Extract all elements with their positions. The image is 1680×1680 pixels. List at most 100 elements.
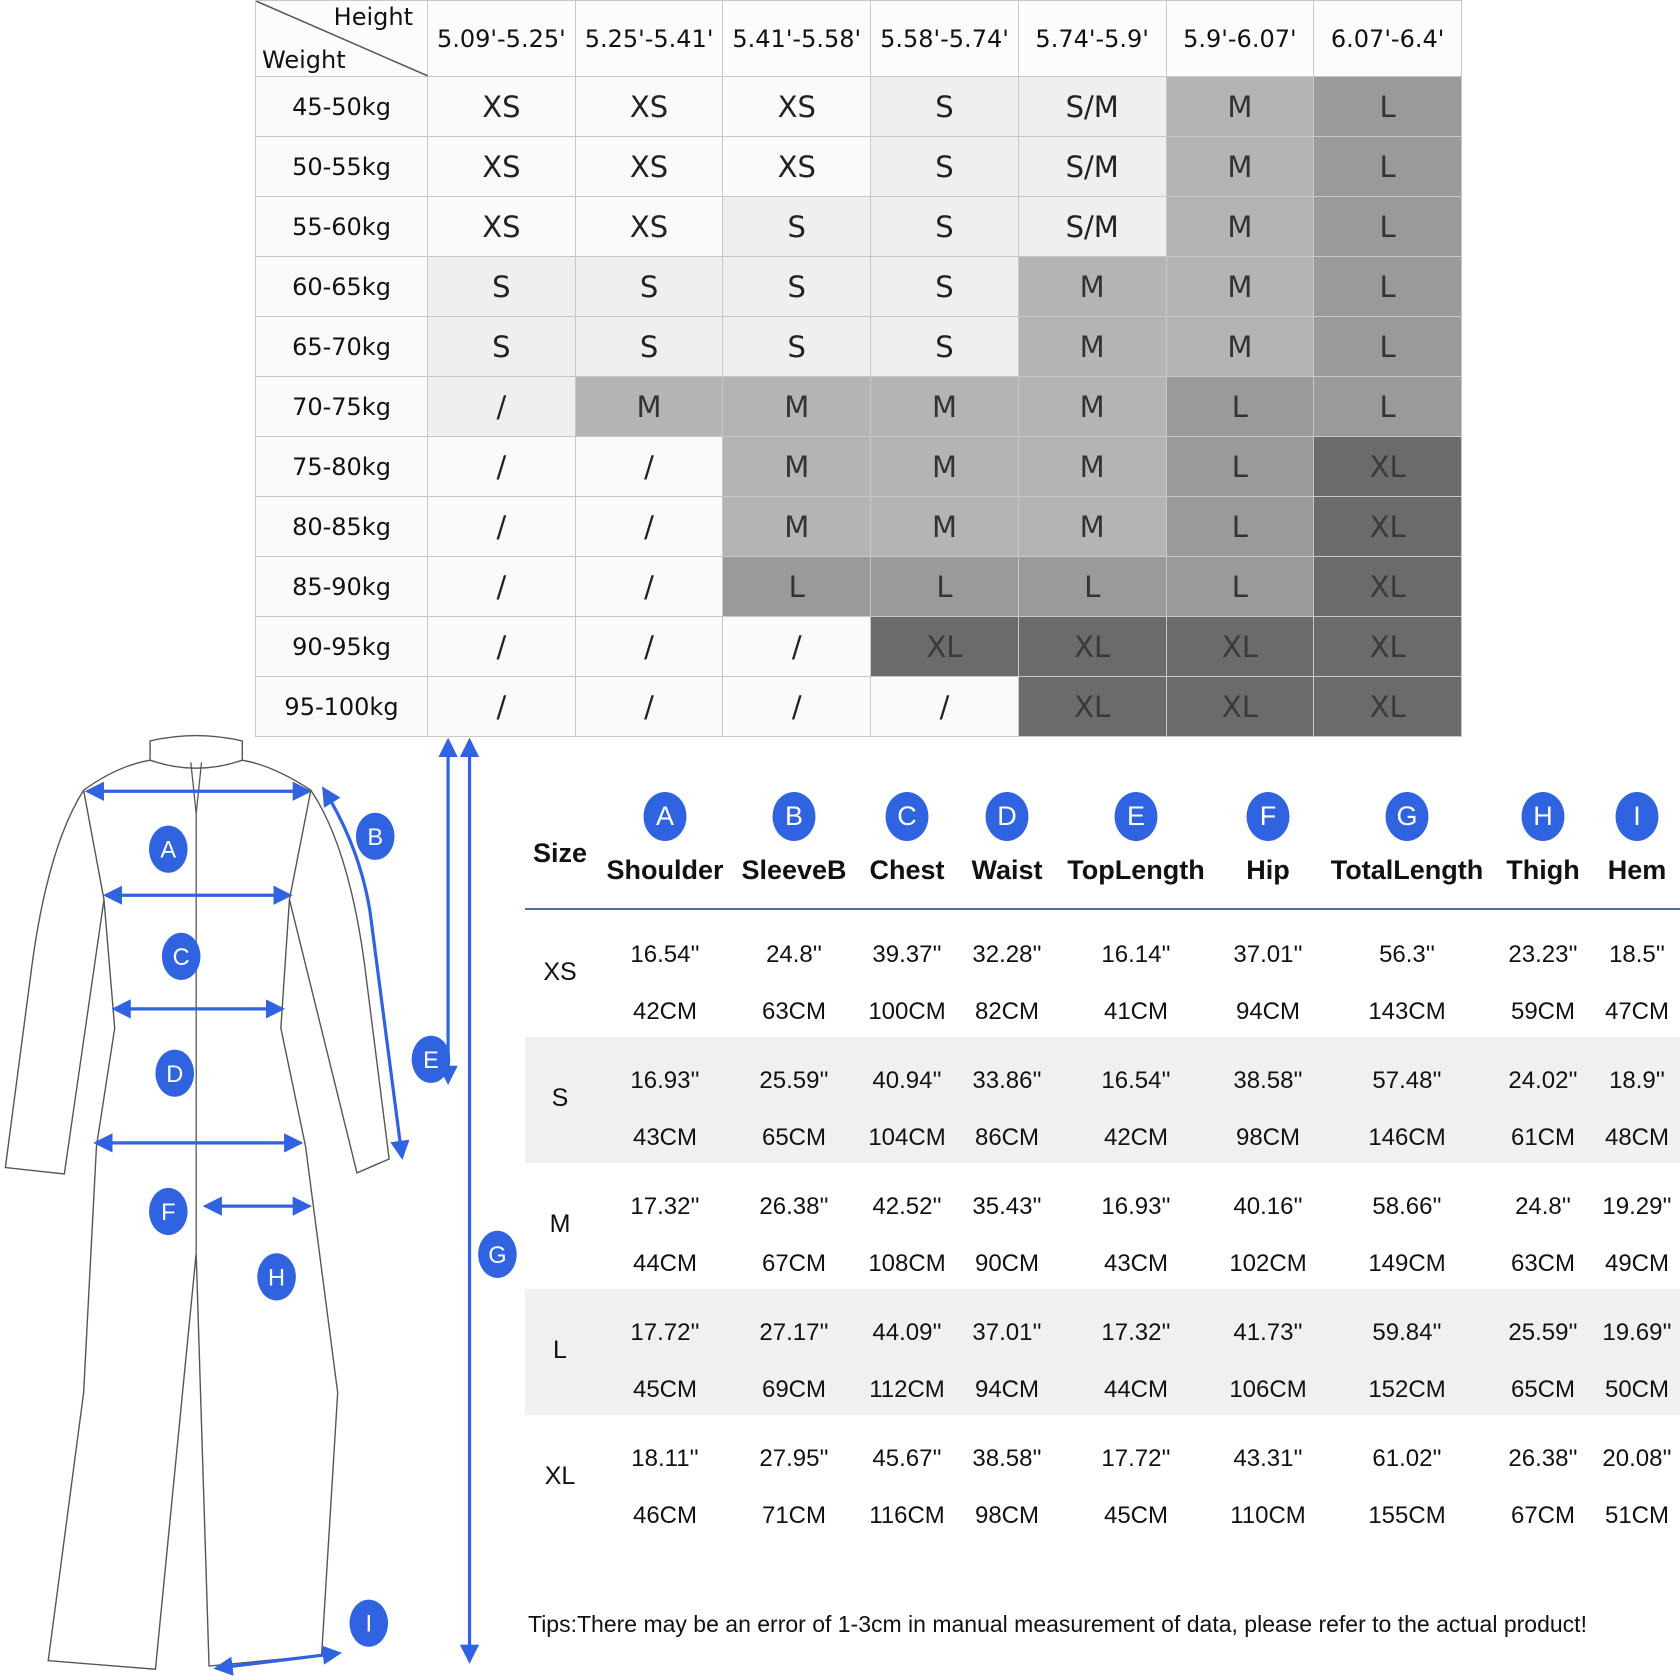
size-cell: S: [574, 256, 724, 317]
cm-value: 43CM: [632, 1124, 698, 1151]
height-label: Height: [333, 3, 413, 31]
inch-value: 19.69'': [1602, 1319, 1672, 1346]
size-row-band: [525, 1289, 1680, 1415]
cm-value: 94CM: [974, 1376, 1040, 1403]
size-cell: M: [1165, 316, 1315, 377]
cm-value: 42CM: [632, 998, 698, 1025]
cm-value: 41CM: [1103, 998, 1169, 1025]
inch-value: 33.86'': [972, 1067, 1042, 1094]
cm-value: 48CM: [1604, 1124, 1670, 1151]
size-cell: XL: [1165, 616, 1315, 677]
inch-value: 59.84'': [1372, 1319, 1442, 1346]
height-range-header: 5.25'-5.41': [574, 0, 724, 77]
size-cell: XS: [427, 136, 576, 197]
inch-value: 18.9'': [1609, 1067, 1665, 1094]
inch-value: 16.54'': [630, 941, 700, 968]
inch-value: 58.66'': [1372, 1193, 1442, 1220]
column-header: TotalLength: [1330, 855, 1484, 885]
size-cell: /: [427, 556, 576, 617]
column-header: Hem: [1607, 855, 1667, 885]
cm-value: 46CM: [632, 1502, 698, 1529]
size-cell: XL: [1313, 436, 1462, 497]
cm-value: 100CM: [868, 998, 946, 1025]
inch-value: 44.09'': [872, 1319, 942, 1346]
size-cell: S: [870, 196, 1019, 257]
height-range-header: 5.74'-5.9': [1017, 0, 1167, 77]
diagram-badge-a: A: [149, 825, 188, 873]
size-cell: M: [870, 496, 1019, 557]
inch-value: 18.5'': [1609, 941, 1665, 968]
size-cell: L: [1313, 76, 1462, 137]
size-cell: XS: [722, 76, 872, 137]
size-header: Size: [532, 838, 588, 868]
header-divider: [525, 908, 1680, 910]
measure-badge-i: I: [1615, 792, 1659, 841]
height-range-header: 5.09'-5.25': [427, 0, 576, 77]
measure-badge-a: A: [643, 792, 687, 841]
size-cell: XL: [1313, 616, 1462, 677]
size-cell: M: [1165, 196, 1315, 257]
inch-value: 61.02'': [1372, 1445, 1442, 1472]
weight-row: 75-80kg / / M M M L XL: [255, 436, 1462, 497]
badge-letter: B: [367, 824, 383, 850]
inch-value: 40.94'': [872, 1067, 942, 1094]
inch-value: 27.95'': [759, 1445, 829, 1472]
size-cell: XL: [1313, 676, 1462, 737]
height-weight-size-grid: Height Weight 5.09'-5.25' 5.25'-5.41' 5.41'-…: [255, 0, 1462, 737]
size-row-band: [525, 1037, 1680, 1163]
inch-value: 20.08'': [1602, 1445, 1672, 1472]
cm-value: 65CM: [1510, 1376, 1576, 1403]
inch-value: 26.38'': [1508, 1445, 1578, 1472]
cm-value: 82CM: [974, 998, 1040, 1025]
cm-value: 50CM: [1604, 1376, 1670, 1403]
size-cell: S/M: [1017, 136, 1167, 197]
inch-value: 25.59'': [1508, 1319, 1578, 1346]
size-cell: /: [722, 676, 872, 737]
weight-range: 85-90kg: [255, 556, 428, 617]
inch-value: 39.37'': [872, 941, 942, 968]
weight-range: 90-95kg: [255, 616, 428, 677]
cm-value: 63CM: [1510, 1250, 1576, 1277]
size-row-band: [525, 911, 1680, 1037]
size-cell: XS: [574, 76, 724, 137]
inch-value: 45.67'': [872, 1445, 942, 1472]
size-cell: L: [1165, 436, 1315, 497]
weight-range: 80-85kg: [255, 496, 428, 557]
inch-value: 41.73'': [1233, 1319, 1303, 1346]
inch-value: 32.28'': [972, 941, 1042, 968]
size-cell: M: [1017, 436, 1167, 497]
height-range-header: 5.9'-6.07': [1165, 0, 1315, 77]
cm-value: 44CM: [632, 1250, 698, 1277]
weight-row: 60-65kg S S S S M M L: [255, 256, 1462, 317]
column-header: Waist: [971, 855, 1043, 885]
inch-value: 43.31'': [1233, 1445, 1303, 1472]
size-cell: XS: [574, 136, 724, 197]
cm-value: 86CM: [974, 1124, 1040, 1151]
weight-range: 55-60kg: [255, 196, 428, 257]
weight-row: 70-75kg / M M M M L L: [255, 376, 1462, 437]
size-cell: XL: [1017, 616, 1167, 677]
cm-value: 106CM: [1229, 1376, 1307, 1403]
weight-range: 45-50kg: [255, 76, 428, 137]
size-cell: L: [1313, 136, 1462, 197]
inch-value: 16.14'': [1101, 941, 1171, 968]
size-cell: S: [870, 316, 1019, 377]
size-cell: M: [1165, 76, 1315, 137]
size-label: XL: [544, 1462, 576, 1490]
weight-row: 45-50kg XS XS XS S S/M M L: [255, 76, 1462, 137]
size-chart-image: Height Weight 5.09'-5.25' 5.25'-5.41' 5.41'-…: [0, 0, 1680, 1680]
inch-value: 24.02'': [1508, 1067, 1578, 1094]
size-cell: S: [722, 256, 872, 317]
cm-value: 155CM: [1368, 1502, 1446, 1529]
weight-label: Weight: [262, 46, 346, 74]
size-cell: S: [870, 136, 1019, 197]
inch-value: 40.16'': [1233, 1193, 1303, 1220]
cm-value: 102CM: [1229, 1250, 1307, 1277]
badge-letter: C: [173, 944, 190, 970]
jumpsuit-measurement-diagram: A B C D E F G H I: [4, 734, 517, 1676]
measurement-table: Size A Shoulder B SleeveB C Chest D Waist E TopLen…: [525, 750, 1680, 1610]
weight-row: 90-95kg / / / XL XL XL XL: [255, 616, 1462, 677]
cm-value: 65CM: [761, 1124, 827, 1151]
column-header: TopLength: [1067, 855, 1205, 885]
size-cell: S: [722, 196, 872, 257]
